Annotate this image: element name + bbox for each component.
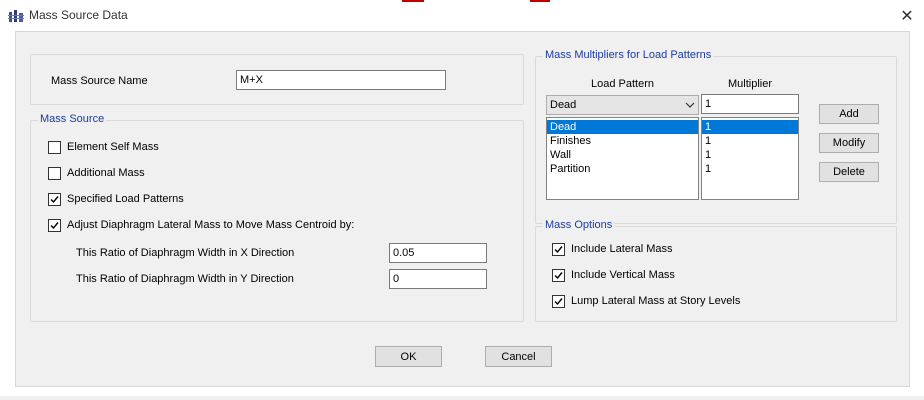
mass-source-name-panel: Mass Source Name M+X	[30, 54, 524, 105]
multiplier-list-item[interactable]: 1	[702, 148, 798, 162]
mass-multipliers-group-title: Mass Multipliers for Load Patterns	[543, 49, 714, 61]
checkmark-icon	[554, 298, 563, 306]
mass-source-name-input[interactable]: M+X	[236, 70, 446, 90]
window-bottom-edge	[0, 396, 924, 400]
mass-source-group: Mass Source Element Self Mass Additional…	[30, 113, 524, 322]
building-frame-icon	[8, 9, 24, 22]
multiplier-list-item[interactable]: 1	[702, 134, 798, 148]
load-pattern-list-item[interactable]: Dead	[547, 120, 698, 134]
mass-source-name-label: Mass Source Name	[51, 75, 148, 87]
element-self-mass-label: Element Self Mass	[67, 141, 159, 153]
window-title: Mass Source Data	[29, 8, 128, 22]
load-pattern-dropdown[interactable]: Dead	[546, 95, 699, 115]
load-pattern-column-header: Load Pattern	[591, 78, 654, 90]
include-vertical-mass-label: Include Vertical Mass	[571, 269, 675, 281]
chevron-down-icon	[685, 102, 695, 108]
multiplier-input[interactable]: 1	[701, 94, 799, 114]
include-lateral-mass-checkbox[interactable]	[552, 243, 565, 256]
adjust-diaphragm-label: Adjust Diaphragm Lateral Mass to Move Ma…	[67, 219, 355, 231]
lump-lateral-mass-checkbox[interactable]	[552, 295, 565, 308]
additional-mass-label: Additional Mass	[67, 167, 145, 179]
mass-source-group-title: Mass Source	[38, 113, 107, 125]
multiplier-column-header: Multiplier	[728, 78, 773, 90]
additional-mass-checkbox[interactable]	[48, 167, 61, 180]
modify-button[interactable]: Modify	[819, 133, 879, 153]
background-window-accent	[402, 0, 424, 2]
load-pattern-list-item[interactable]: Finishes	[547, 134, 698, 148]
specified-load-patterns-checkbox[interactable]	[48, 193, 61, 206]
checkmark-icon	[554, 246, 563, 254]
close-button[interactable]: ✕	[890, 0, 924, 31]
adjust-diaphragm-checkbox[interactable]	[48, 219, 61, 232]
element-self-mass-checkbox[interactable]	[48, 141, 61, 154]
load-pattern-dropdown-value: Dead	[550, 99, 577, 111]
multiplier-list[interactable]: 1 1 1 1	[701, 117, 799, 200]
checkmark-icon	[554, 272, 563, 280]
dialog-body: Mass Source Name M+X Mass Source Element…	[15, 31, 910, 387]
close-icon: ✕	[900, 7, 914, 25]
add-button[interactable]: Add	[819, 104, 879, 124]
multiplier-list-item[interactable]: 1	[702, 120, 798, 134]
load-pattern-list-item[interactable]: Partition	[547, 162, 698, 176]
checkmark-icon	[50, 196, 59, 204]
load-pattern-list[interactable]: Dead Finishes Wall Partition	[546, 117, 699, 200]
include-vertical-mass-checkbox[interactable]	[552, 269, 565, 282]
include-lateral-mass-label: Include Lateral Mass	[571, 243, 673, 255]
mass-options-group: Mass Options Include Lateral Mass Includ…	[535, 219, 897, 322]
mass-options-group-title: Mass Options	[543, 219, 615, 231]
checkmark-icon	[50, 222, 59, 230]
lump-lateral-mass-label: Lump Lateral Mass at Story Levels	[571, 295, 741, 307]
delete-button[interactable]: Delete	[819, 162, 879, 182]
mass-multipliers-group: Mass Multipliers for Load Patterns Load …	[535, 49, 897, 224]
ok-button[interactable]: OK	[375, 346, 442, 367]
y-ratio-input[interactable]: 0	[389, 269, 487, 289]
load-pattern-list-item[interactable]: Wall	[547, 148, 698, 162]
cancel-button[interactable]: Cancel	[485, 346, 552, 367]
background-window-accent	[530, 0, 550, 2]
y-ratio-label: This Ratio of Diaphragm Width in Y Direc…	[76, 273, 294, 285]
multiplier-list-item[interactable]: 1	[702, 162, 798, 176]
x-ratio-input[interactable]: 0.05	[389, 243, 487, 263]
specified-load-patterns-label: Specified Load Patterns	[67, 193, 184, 205]
x-ratio-label: This Ratio of Diaphragm Width in X Direc…	[76, 247, 295, 259]
title-bar: Mass Source Data ✕	[0, 0, 924, 31]
